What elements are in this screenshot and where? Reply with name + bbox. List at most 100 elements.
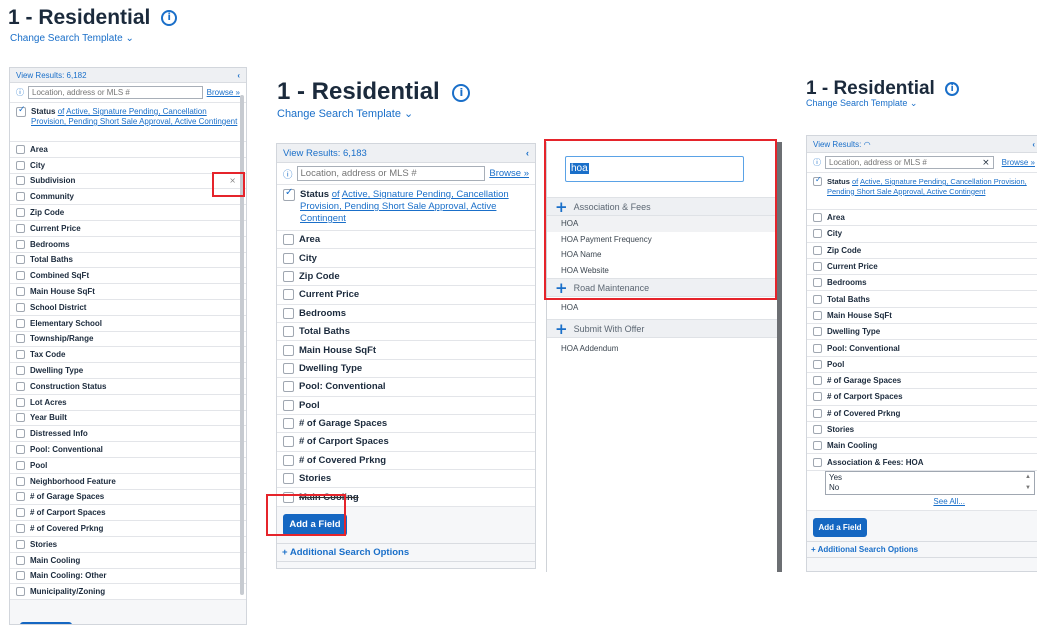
field-row[interactable]: Main Cooling (807, 438, 1037, 455)
view-results-bar[interactable]: View Results: ◠ ‹ (807, 136, 1037, 153)
field-row[interactable]: Pool: Conventional (10, 442, 246, 458)
add-field-button[interactable]: Add a Field (283, 513, 347, 536)
field-checkbox[interactable] (16, 287, 25, 297)
info-icon[interactable]: i (945, 81, 960, 96)
scroll-arrows-icon[interactable]: ▲ ▼ (1025, 472, 1031, 494)
field-row[interactable]: Neighborhood Feature (10, 473, 246, 490)
field-row[interactable]: # of Garage Spaces (277, 414, 535, 434)
field-checkbox[interactable] (283, 418, 294, 430)
field-checkbox[interactable] (283, 399, 294, 411)
plus-icon[interactable]: + (555, 320, 568, 338)
field-checkbox[interactable] (283, 289, 294, 301)
field-row[interactable]: Dwelling Type (807, 324, 1037, 341)
field-checkbox[interactable] (283, 270, 294, 282)
field-checkbox[interactable] (283, 307, 294, 319)
search-input[interactable] (28, 86, 203, 99)
field-checkbox[interactable] (813, 327, 822, 337)
clear-icon[interactable]: × (982, 158, 990, 168)
field-checkbox[interactable] (813, 310, 822, 320)
field-checkbox[interactable] (283, 326, 294, 338)
add-field-button[interactable]: Add a Field (813, 517, 867, 537)
field-checkbox[interactable] (813, 425, 822, 434)
view-results-bar[interactable]: View Results: 6,182 ‹ (10, 68, 246, 83)
status-filter[interactable]: Status of Active, Signature Pending, Can… (277, 185, 535, 231)
field-row[interactable]: Main Cooling: Other (10, 568, 246, 585)
hoa-choice-yes[interactable]: Yes (829, 473, 1031, 483)
field-checkbox[interactable] (283, 491, 294, 503)
field-checkbox[interactable] (813, 294, 822, 304)
field-row[interactable]: Combined SqFt (10, 268, 246, 285)
field-checkbox[interactable] (813, 262, 822, 272)
field-checkbox[interactable] (16, 255, 25, 265)
field-row[interactable]: Construction Status (10, 378, 246, 395)
collapse-icon[interactable]: ‹ (526, 148, 529, 159)
field-checkbox[interactable] (16, 302, 25, 312)
field-checkbox[interactable] (16, 350, 25, 360)
dropdown-option[interactable]: HOA (547, 297, 777, 319)
remove-field-icon[interactable]: × (229, 176, 236, 185)
field-checkbox[interactable] (283, 436, 294, 448)
info-icon[interactable]: i (452, 83, 471, 102)
view-results-bar[interactable]: View Results: 6,183 ‹ (277, 144, 535, 163)
field-checkbox[interactable] (16, 381, 25, 391)
field-row[interactable]: # of Carport Spaces (277, 433, 535, 452)
field-row[interactable]: # of Garage Spaces (10, 489, 246, 506)
field-checkbox[interactable] (16, 413, 25, 423)
status-checkbox[interactable] (16, 105, 26, 117)
field-row[interactable]: Stories (10, 536, 246, 553)
field-row[interactable]: Tax Code (10, 347, 246, 364)
field-checkbox[interactable] (813, 343, 822, 353)
field-checkbox[interactable] (16, 366, 25, 376)
field-checkbox[interactable] (283, 362, 294, 374)
info-icon[interactable]: i (161, 10, 178, 27)
field-checkbox[interactable] (283, 252, 294, 264)
field-row[interactable]: Area (807, 210, 1037, 227)
field-row[interactable]: Main Cooling (277, 488, 535, 507)
field-row[interactable]: Zip Code (10, 205, 246, 221)
browse-link[interactable]: Browse » (1002, 158, 1035, 167)
browse-link[interactable]: Browse » (489, 168, 529, 179)
change-template-link[interactable]: Change Search Template (10, 33, 123, 44)
status-filter[interactable]: Status of Active, Signature Pending, Can… (10, 103, 246, 142)
field-checkbox[interactable] (16, 508, 25, 518)
field-row[interactable]: Zip Code (277, 267, 535, 287)
field-checkbox[interactable] (16, 334, 25, 344)
field-checkbox[interactable] (16, 492, 25, 502)
search-input[interactable] (296, 166, 486, 181)
field-row[interactable]: Association & Fees: HOA (807, 454, 1037, 471)
info-icon[interactable]: ⓘ (16, 87, 24, 98)
field-checkbox[interactable] (16, 271, 25, 281)
field-row[interactable]: Pool (10, 457, 246, 474)
field-search-input[interactable]: hoa (565, 156, 744, 182)
collapse-icon[interactable]: ‹ (237, 71, 240, 80)
plus-icon[interactable]: + (555, 198, 568, 216)
field-row[interactable]: Elementary School (10, 315, 246, 332)
additional-search-options[interactable]: + Additional Search Options (277, 542, 535, 562)
plus-icon[interactable]: + (555, 279, 568, 297)
dropdown-group[interactable]: + Submit With Offer (547, 319, 777, 338)
field-row[interactable]: Municipality/Zoning (10, 584, 246, 601)
field-checkbox[interactable] (813, 278, 822, 288)
field-checkbox[interactable] (16, 460, 25, 470)
field-row[interactable]: Bedrooms (807, 275, 1037, 292)
hoa-choices-list[interactable]: Yes No ▲ ▼ (825, 470, 1035, 495)
field-row[interactable]: City (807, 226, 1037, 243)
field-checkbox[interactable] (283, 344, 294, 356)
field-checkbox[interactable] (16, 239, 25, 249)
info-icon[interactable]: ⓘ (813, 157, 821, 168)
field-row[interactable]: City (277, 249, 535, 268)
field-row[interactable]: Current Price (277, 286, 535, 305)
field-row[interactable]: School District (10, 299, 246, 316)
info-icon[interactable]: ⓘ (283, 167, 293, 181)
field-row[interactable]: City (10, 157, 246, 174)
field-checkbox[interactable] (16, 555, 25, 565)
field-row[interactable]: Distressed Info (10, 426, 246, 443)
hoa-choice-no[interactable]: No (829, 483, 1031, 493)
field-row[interactable]: Year Built (10, 410, 246, 427)
view-results-link[interactable]: View Results: 6,183 (283, 148, 367, 159)
field-checkbox[interactable] (283, 473, 294, 485)
field-row[interactable]: # of Covered Prkng (10, 521, 246, 537)
dropdown-option[interactable]: HOA Addendum (547, 338, 777, 360)
field-checkbox[interactable] (16, 192, 25, 202)
field-row[interactable]: Main House SqFt (807, 307, 1037, 325)
